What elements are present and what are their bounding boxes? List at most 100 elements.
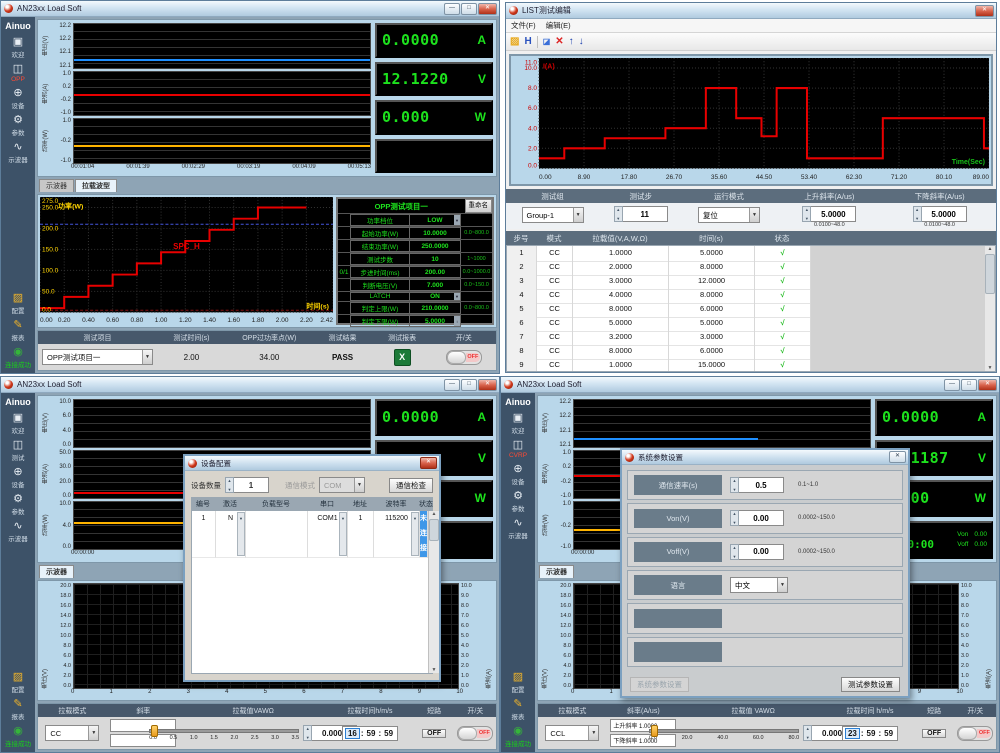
- move-up-icon[interactable]: ↑: [569, 36, 574, 47]
- sidebar-item[interactable]: ▣欢迎: [12, 412, 25, 435]
- close-button[interactable]: ✕: [478, 379, 497, 391]
- setting-value[interactable]: LOW▼: [410, 214, 461, 226]
- maximize-button[interactable]: □: [461, 3, 477, 15]
- titlebar[interactable]: AN23xx Load Soft — □ ✕: [1, 377, 499, 393]
- chevron-down-icon[interactable]: ▼: [237, 512, 245, 556]
- dialog-titlebar[interactable]: 系统参数设置 ✕: [622, 450, 908, 465]
- load-mode-select[interactable]: CCL▼: [545, 725, 599, 741]
- sidebar-item[interactable]: ∿示波器: [8, 141, 28, 164]
- test-steps-stepper[interactable]: ▲▼11: [614, 207, 668, 221]
- table-scrollbar[interactable]: ▲▼: [984, 246, 995, 371]
- sidebar-item[interactable]: ⚙参数: [512, 490, 525, 513]
- setting-value[interactable]: 210.0000: [410, 302, 461, 314]
- slider-thumb[interactable]: [651, 725, 658, 737]
- sidebar-item[interactable]: ▣欢迎: [512, 412, 525, 435]
- sidebar-item[interactable]: ◫测试: [12, 439, 25, 462]
- test-group-select[interactable]: Group-1▼: [522, 207, 584, 223]
- minimize-button[interactable]: —: [444, 3, 460, 15]
- load-value-slider[interactable]: 0.020.040.060.080.0: [649, 725, 799, 741]
- param-stepper[interactable]: ▲▼0.5: [730, 478, 784, 492]
- sidebar-item[interactable]: ◫OPP: [11, 63, 25, 83]
- device-row[interactable]: 1 N▼ COM1▼ 1 115200▼ 未连接: [192, 511, 428, 526]
- chevron-down-icon[interactable]: ▼: [411, 512, 419, 556]
- load-time-field[interactable]: 23:59:59: [842, 726, 898, 741]
- setting-value[interactable]: 7.000: [410, 279, 461, 291]
- sidebar-item[interactable]: ⊕设备: [512, 463, 525, 486]
- load-mode-select[interactable]: CC▼: [45, 725, 99, 741]
- setting-value[interactable]: 250.0000: [410, 240, 461, 252]
- test-params-button[interactable]: 测试参数设置: [841, 677, 900, 692]
- setting-value[interactable]: 5.0000↕: [410, 315, 461, 327]
- close-button[interactable]: ✕: [975, 5, 994, 17]
- sidebar-tool[interactable]: ▨配置: [12, 671, 25, 694]
- short-circuit-button[interactable]: OFF: [922, 729, 946, 738]
- excel-report-icon[interactable]: X: [394, 349, 411, 366]
- sidebar-item[interactable]: ▣欢迎: [12, 36, 25, 59]
- chevron-down-icon[interactable]: ▼: [454, 293, 460, 300]
- minimize-button[interactable]: —: [944, 379, 960, 391]
- sidebar-item[interactable]: ∿示波器: [8, 520, 28, 543]
- sidebar-item[interactable]: ∿示波器: [508, 517, 528, 540]
- sidebar-tool[interactable]: ✎报表: [512, 698, 525, 721]
- param-stepper[interactable]: ▲▼0.00: [730, 511, 784, 525]
- save-icon[interactable]: H: [524, 36, 531, 47]
- device-count-stepper[interactable]: ▲▼1: [225, 478, 269, 492]
- sidebar-item[interactable]: ◫CVRP: [509, 439, 527, 459]
- sidebar-item[interactable]: ⊕设备: [12, 466, 25, 489]
- insert-step-icon[interactable]: ◪: [543, 37, 551, 46]
- test-project-select[interactable]: OPP测试项目一▼: [42, 349, 153, 365]
- titlebar[interactable]: AN23xx Load Soft — □ ✕: [1, 1, 499, 17]
- titlebar[interactable]: LIST测试编辑 ✕: [506, 3, 996, 19]
- fall-slope-stepper[interactable]: ▲▼5.0000: [913, 207, 967, 221]
- power-toggle[interactable]: OFF: [446, 350, 482, 365]
- slider-thumb[interactable]: [151, 725, 158, 737]
- chevron-down-icon[interactable]: ▼: [339, 512, 347, 556]
- short-circuit-button[interactable]: OFF: [422, 729, 446, 738]
- param-value[interactable]: 0.5: [739, 477, 784, 493]
- param-value[interactable]: 0.00: [739, 544, 784, 560]
- power-toggle[interactable]: OFF: [957, 726, 993, 741]
- sidebar-item[interactable]: ⚙参数: [12, 114, 25, 137]
- sidebar-item[interactable]: ⊕设备: [12, 87, 25, 110]
- param-value[interactable]: 0.00: [739, 510, 784, 526]
- delete-step-icon[interactable]: ✕: [555, 36, 563, 47]
- titlebar[interactable]: AN23xx Load Soft — □ ✕: [501, 377, 999, 393]
- close-icon[interactable]: ✕: [889, 451, 906, 463]
- run-mode-select[interactable]: 复位▼: [698, 207, 760, 223]
- dialog-titlebar[interactable]: 设备配置 ✕: [185, 456, 439, 471]
- spinner-icon[interactable]: ↕: [454, 316, 460, 326]
- sidebar-tool[interactable]: ▨配置: [512, 671, 525, 694]
- minimize-button[interactable]: —: [444, 379, 460, 391]
- chevron-down-icon[interactable]: ▼: [454, 215, 460, 225]
- dialog-scrollbar[interactable]: ▲▼: [428, 511, 439, 673]
- power-toggle[interactable]: OFF: [457, 726, 493, 741]
- close-button[interactable]: ✕: [478, 3, 497, 15]
- open-folder-icon[interactable]: ▨: [510, 36, 519, 47]
- sidebar-item[interactable]: ⚙参数: [12, 493, 25, 516]
- menu-file[interactable]: 文件(F): [511, 20, 536, 31]
- close-icon[interactable]: ✕: [420, 457, 437, 469]
- rise-slope-stepper[interactable]: ▲▼5.0000: [802, 207, 856, 221]
- tab-load-waveform[interactable]: 拉载波型: [75, 179, 117, 192]
- maximize-button[interactable]: □: [961, 379, 977, 391]
- maximize-button[interactable]: □: [461, 379, 477, 391]
- param-stepper[interactable]: ▲▼0.00: [730, 545, 784, 559]
- setting-value[interactable]: ON▼: [410, 292, 461, 301]
- move-down-icon[interactable]: ↓: [579, 36, 584, 47]
- sidebar-tool[interactable]: ✎报表: [12, 698, 25, 721]
- sidebar-tool[interactable]: ✎报表: [12, 319, 25, 342]
- tab-oscilloscope[interactable]: 示波器: [39, 179, 74, 192]
- tab-oscilloscope[interactable]: 示波器: [539, 565, 574, 578]
- close-button[interactable]: ✕: [978, 379, 997, 391]
- rename-button[interactable]: 重命名: [465, 199, 493, 213]
- language-select[interactable]: 中文▼: [730, 577, 788, 593]
- sidebar-tool[interactable]: ▨配置: [12, 292, 25, 315]
- comm-check-button[interactable]: 通信检查: [389, 478, 433, 493]
- menu-edit[interactable]: 编辑(E): [546, 20, 571, 31]
- tab-oscilloscope[interactable]: 示波器: [39, 565, 74, 578]
- load-time-field[interactable]: 16:59:59: [342, 726, 398, 741]
- load-value-slider[interactable]: 0.00.51.01.52.02.53.03.5: [149, 725, 299, 741]
- setting-value[interactable]: 10: [410, 253, 461, 265]
- setting-value[interactable]: 200.00: [410, 266, 461, 278]
- setting-value[interactable]: 10.0000: [410, 227, 461, 239]
